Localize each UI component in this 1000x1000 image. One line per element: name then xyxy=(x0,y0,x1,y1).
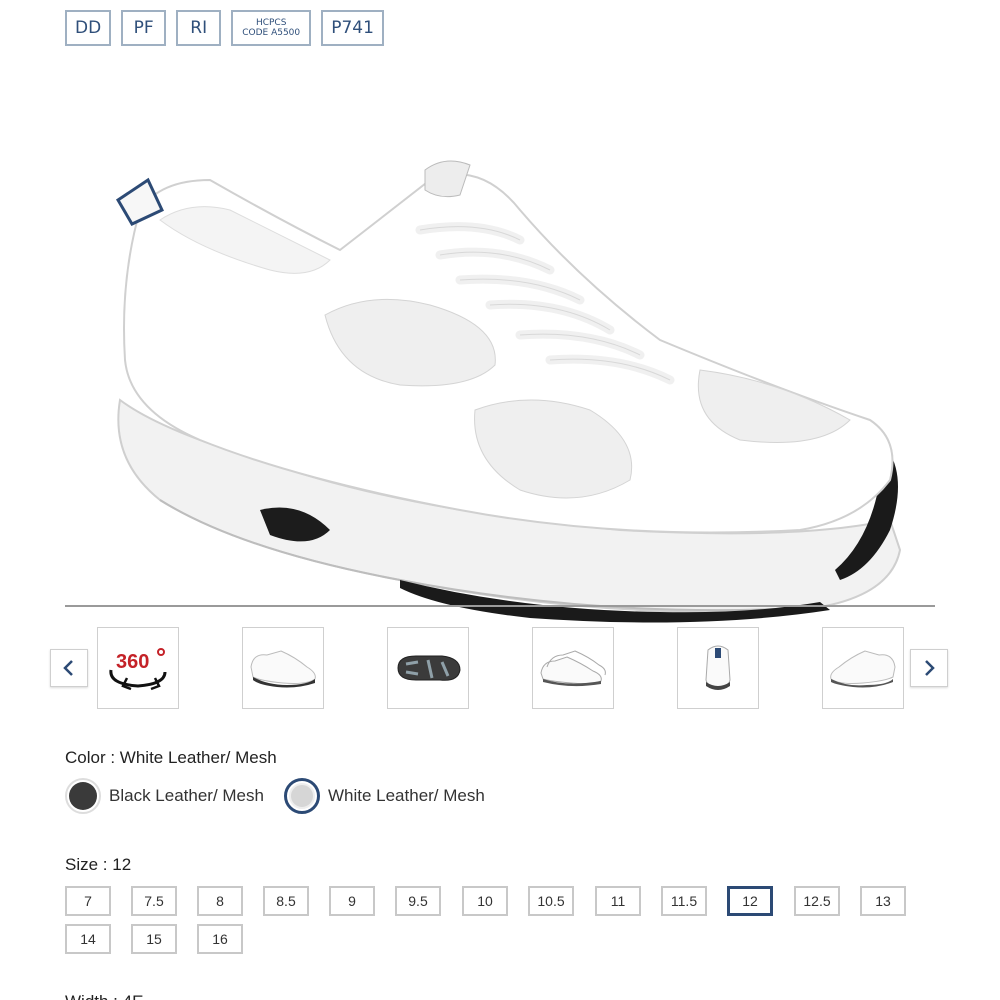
feature-badges: DD PF RI HCPCS CODE A5500 P741 xyxy=(65,10,384,46)
size-option-11-5[interactable]: 11.5 xyxy=(661,886,707,916)
badge-p741: P741 xyxy=(321,10,384,46)
thumbnail-360-view[interactable]: 360 xyxy=(97,627,179,709)
badge-hcpcs: HCPCS CODE A5500 xyxy=(231,10,312,46)
size-option-10-5[interactable]: 10.5 xyxy=(528,886,574,916)
color-label: Color : White Leather/ Mesh xyxy=(65,748,277,767)
size-option-10[interactable]: 10 xyxy=(462,886,508,916)
badge-ri: RI xyxy=(176,10,222,46)
size-option-14[interactable]: 14 xyxy=(65,924,111,954)
rotate-360-icon: 360 xyxy=(109,648,167,691)
color-swatch-black[interactable] xyxy=(65,778,101,814)
size-option-7[interactable]: 7 xyxy=(65,886,111,916)
color-option-label: White Leather/ Mesh xyxy=(327,786,485,805)
width-label: Width : 4E xyxy=(65,992,143,1000)
size-option-12-5[interactable]: 12.5 xyxy=(794,886,840,916)
shoe-medial-thumbnail xyxy=(830,650,896,688)
thumbnail-back-view[interactable] xyxy=(677,627,759,709)
size-label: Size : 12 xyxy=(65,855,132,874)
size-option-9-5[interactable]: 9.5 xyxy=(395,886,441,916)
color-options: Black Leather/ Mesh White Leather/ Mesh xyxy=(65,778,485,814)
size-option-8-5[interactable]: 8.5 xyxy=(263,886,309,916)
shoe-side-thumbnail xyxy=(250,650,316,688)
color-option-label: Black Leather/ Mesh xyxy=(109,786,264,805)
thumbnail-carousel: 360 xyxy=(50,627,950,709)
shoe-back-thumbnail xyxy=(705,645,731,690)
shoe-sole-thumbnail xyxy=(397,655,461,681)
badge-dd: DD xyxy=(65,10,112,46)
carousel-next-button[interactable] xyxy=(910,649,948,687)
size-option-13[interactable]: 13 xyxy=(860,886,906,916)
thumbnail-medial-view[interactable] xyxy=(822,627,904,709)
carousel-prev-button[interactable] xyxy=(50,649,88,687)
image-divider xyxy=(65,605,935,607)
thumbnail-360-text: 360 xyxy=(116,651,149,673)
size-option-8[interactable]: 8 xyxy=(197,886,243,916)
chevron-left-icon xyxy=(63,660,73,676)
chevron-right-icon xyxy=(925,660,935,676)
size-option-7-5[interactable]: 7.5 xyxy=(131,886,177,916)
size-option-9[interactable]: 9 xyxy=(329,886,375,916)
size-option-12[interactable]: 12 xyxy=(727,886,773,916)
size-option-16[interactable]: 16 xyxy=(197,924,243,954)
thumbnail-side-view[interactable] xyxy=(242,627,324,709)
color-swatch-white[interactable] xyxy=(283,778,320,814)
thumbnail-pair-view[interactable] xyxy=(532,627,614,709)
color-option-white[interactable]: White Leather/ Mesh xyxy=(283,778,485,814)
shoe-pair-thumbnail xyxy=(540,650,606,687)
thumbnail-sole-view[interactable] xyxy=(387,627,469,709)
product-main-image[interactable] xyxy=(100,140,910,630)
size-option-11[interactable]: 11 xyxy=(595,886,641,916)
size-option-15[interactable]: 15 xyxy=(131,924,177,954)
color-option-black[interactable]: Black Leather/ Mesh xyxy=(65,778,264,814)
badge-pf: PF xyxy=(121,10,167,46)
